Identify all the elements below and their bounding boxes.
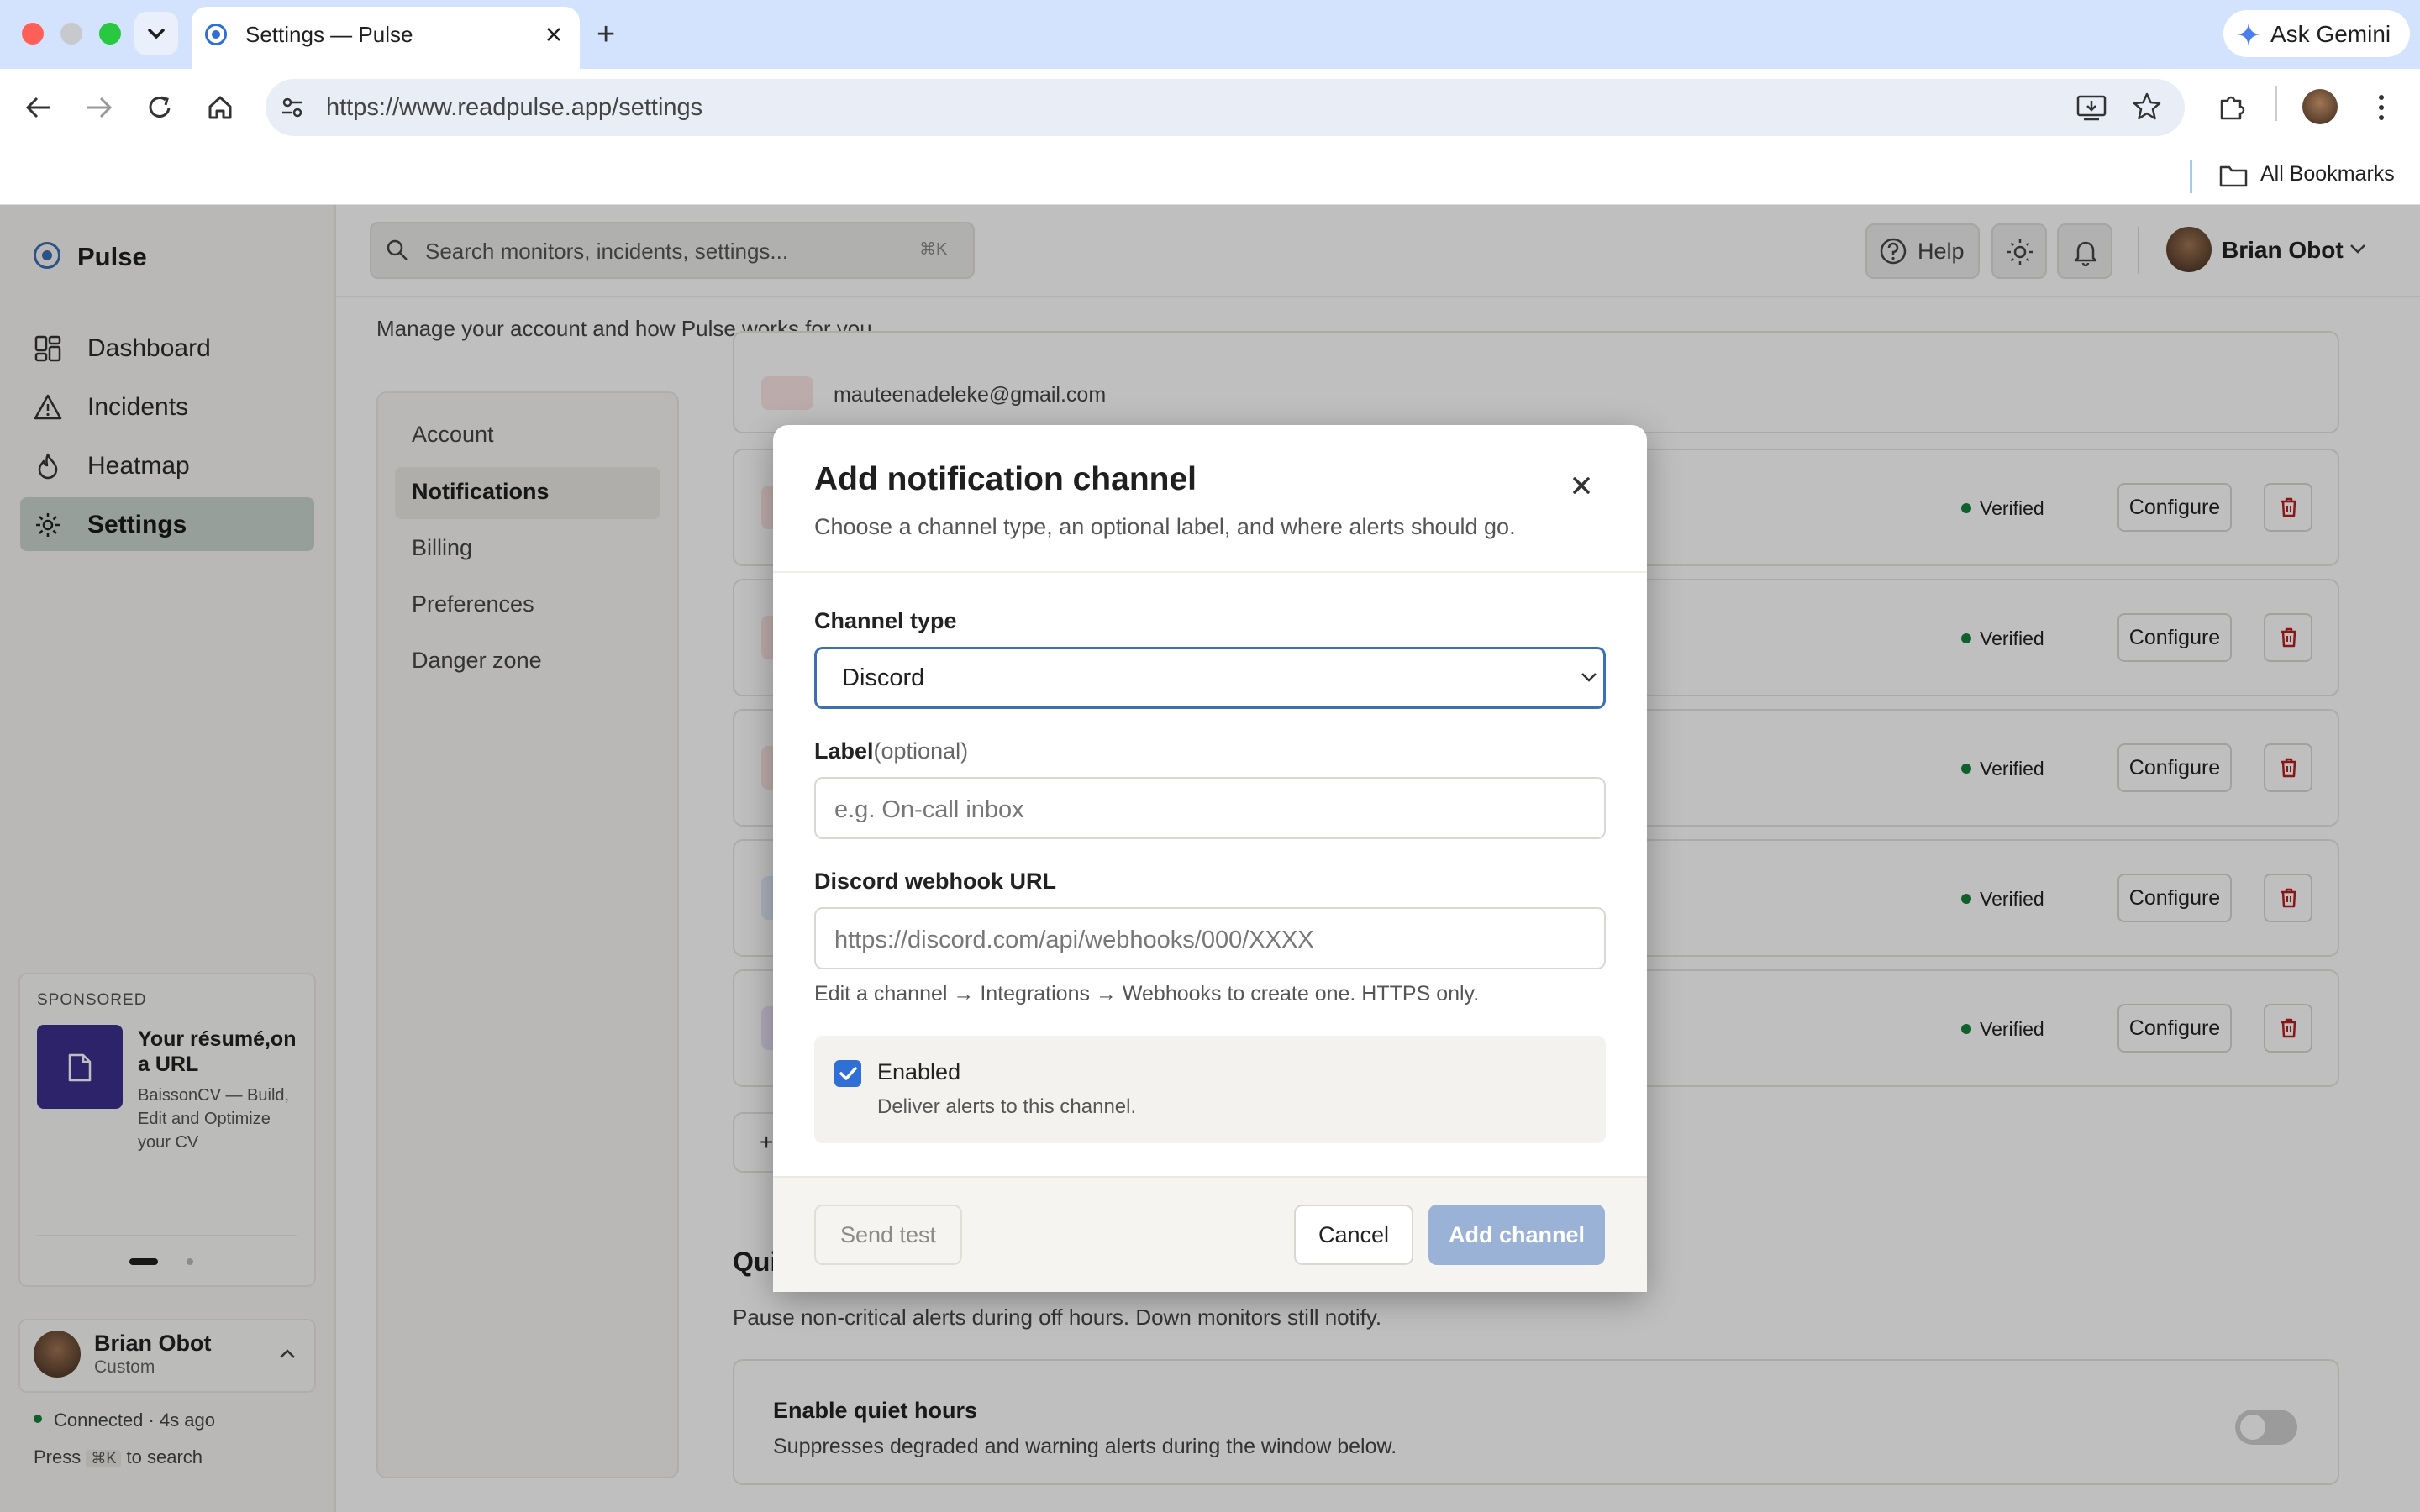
- bookmark-star-icon[interactable]: [2131, 91, 2163, 123]
- label-input-placeholder: e.g. On-call inbox: [834, 796, 1024, 823]
- window-zoom-button[interactable]: [99, 23, 121, 45]
- channel-type-value: Discord: [842, 664, 925, 691]
- pulse-favicon-icon: [205, 24, 227, 45]
- bookmarks-bar: [0, 153, 2420, 205]
- webhook-url-label: Discord webhook URL: [814, 869, 1057, 894]
- more-menu-icon[interactable]: [2371, 91, 2391, 124]
- add-channel-button[interactable]: Add channel: [1428, 1205, 1605, 1265]
- chevron-down-icon: [148, 29, 165, 39]
- enabled-checkbox[interactable]: [834, 1060, 861, 1087]
- extensions-icon[interactable]: [2215, 91, 2247, 123]
- webhook-hint: Edit a channel → Integrations → Webhooks…: [814, 982, 1480, 1005]
- dialog-divider: [773, 571, 1647, 573]
- enabled-option: [814, 1036, 1606, 1143]
- cancel-button[interactable]: Cancel: [1294, 1205, 1413, 1265]
- new-tab-button[interactable]: +: [597, 18, 615, 50]
- enabled-label: Enabled: [877, 1059, 961, 1084]
- ask-gemini-label: Ask Gemini: [2270, 21, 2391, 47]
- bookmarks-bar-divider: [2190, 160, 2192, 193]
- channel-type-select[interactable]: [814, 647, 1606, 709]
- tab-title: Settings — Pulse: [245, 22, 413, 47]
- channel-type-label: Channel type: [814, 608, 957, 633]
- label-field-name: Label: [814, 738, 874, 764]
- back-arrow-icon[interactable]: [24, 94, 54, 121]
- dialog-description: Choose a channel type, an optional label…: [814, 514, 1516, 539]
- optional-hint: (optional): [873, 738, 969, 764]
- home-icon[interactable]: [205, 92, 235, 123]
- forward-arrow-icon[interactable]: [84, 94, 114, 121]
- dialog-title: Add notification channel: [814, 461, 1197, 497]
- checkmark-icon: [839, 1067, 857, 1080]
- window-close-button[interactable]: [22, 23, 44, 45]
- send-test-button[interactable]: Send test: [814, 1205, 962, 1265]
- profile-avatar[interactable]: [2302, 89, 2338, 124]
- toolbar-divider: [2275, 86, 2277, 121]
- site-info-icon[interactable]: [279, 94, 306, 121]
- enabled-description: Deliver alerts to this channel.: [877, 1095, 1137, 1118]
- url-text: https://www.readpulse.app/settings: [326, 94, 703, 121]
- reload-icon[interactable]: [145, 92, 175, 123]
- install-app-icon[interactable]: [2075, 92, 2107, 123]
- tab-search-button[interactable]: [134, 12, 178, 55]
- webhook-url-placeholder: https://discord.com/api/webhooks/000/XXX…: [834, 927, 1314, 953]
- chevron-down-icon: [1581, 673, 1597, 682]
- folder-icon: [2219, 165, 2248, 187]
- tab-close-icon[interactable]: [544, 25, 563, 44]
- gemini-sparkle-icon: [2237, 23, 2260, 46]
- close-icon[interactable]: [1565, 469, 1598, 502]
- add-channel-dialog: [773, 425, 1647, 1292]
- all-bookmarks-button[interactable]: All Bookmarks: [2260, 162, 2395, 186]
- window-minimize-button[interactable]: [60, 23, 82, 45]
- label-field-label: Label(optional): [814, 738, 968, 764]
